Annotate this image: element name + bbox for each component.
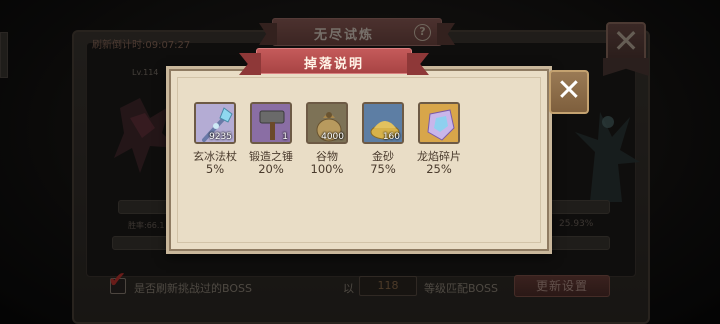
- item-slot: [418, 102, 460, 144]
- item-count: 1: [282, 132, 288, 142]
- drop-item-list: 9235 玄冰法杖 5% 1 锻造之锤 20% 4000 谷物 100% 160…: [190, 102, 480, 182]
- dragon-flame-shard-icon: [420, 104, 458, 142]
- item-slot: 4000: [306, 102, 348, 144]
- item-drop-rate: 25%: [426, 162, 452, 176]
- item-drop-rate: 5%: [205, 162, 225, 176]
- item-drop-rate: 20%: [258, 162, 284, 176]
- popup-title-banner: 掉落说明: [256, 48, 412, 74]
- item-slot: 9235: [194, 102, 236, 144]
- item-count: 160: [382, 132, 400, 142]
- popup-close-button[interactable]: ✕: [549, 70, 589, 114]
- item-drop-rate: 100%: [310, 162, 344, 176]
- item-slot: 1: [250, 102, 292, 144]
- item-count: 4000: [321, 132, 344, 142]
- item-drop-rate: 75%: [370, 162, 396, 176]
- close-icon: ✕: [556, 73, 582, 108]
- item-count: 9235: [209, 132, 232, 142]
- popup-title: 掉落说明: [303, 57, 364, 72]
- game-screen: 刷新倒计时:09:07:27 Lv.114 胜率:66.1 25.93% 无尽试…: [0, 0, 720, 324]
- item-slot: 160: [362, 102, 404, 144]
